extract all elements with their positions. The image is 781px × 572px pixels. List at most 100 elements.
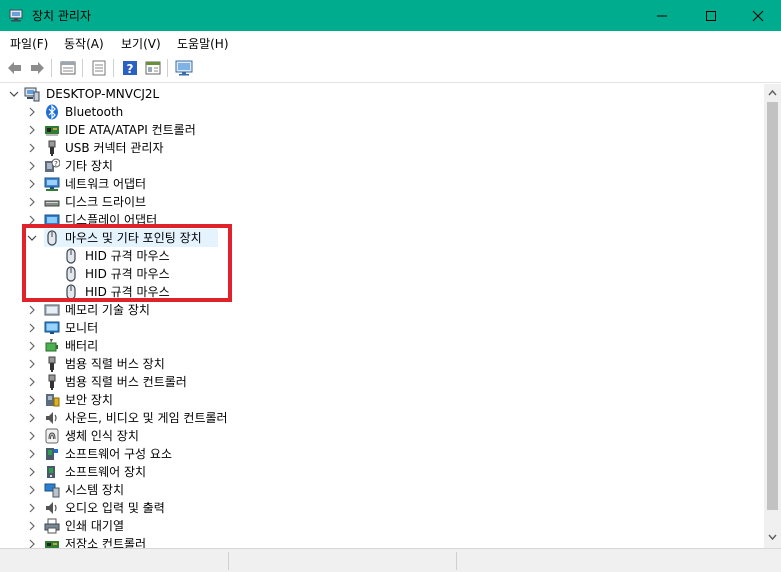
tree-item-label: 시스템 장치 [65,483,125,497]
chevron-down-icon[interactable] [26,232,38,244]
tree-item-bluetooth[interactable]: Bluetooth [0,103,764,121]
tree-item-software-component[interactable]: 소프트웨어 구성 요소 [0,445,764,463]
chevron-right-icon[interactable] [26,484,38,496]
menu-view[interactable]: 보기(V) [121,35,161,52]
chevron-right-icon[interactable] [26,322,38,334]
tree-item-label: 범용 직렬 버스 장치 [65,357,165,371]
chevron-right-icon[interactable] [26,358,38,370]
close-button[interactable] [735,0,781,31]
chevron-right-icon[interactable] [26,520,38,532]
tree-item-label: IDE ATA/ATAPI 컨트롤러 [65,123,196,137]
status-separator [456,552,457,570]
bluetooth-icon [46,104,58,120]
chevron-right-icon[interactable] [26,304,38,316]
chevron-right-icon[interactable] [26,160,38,172]
tree-item-storage-controller[interactable]: 저장소 컨트롤러 [0,535,764,548]
tree-item-network-adapter[interactable]: 네트워크 어댑터 [0,175,764,193]
minimize-button[interactable] [639,0,685,31]
device-tree[interactable]: DESKTOP-MNVCJ2L Bluetooth IDE ATA/ATAPI … [0,84,764,548]
tree-item-security-device[interactable]: 보안 장치 [0,391,764,409]
chevron-right-icon[interactable] [26,178,38,190]
tree-child-hid-mouse[interactable]: HID 규격 마우스 [0,283,764,301]
chevron-right-icon[interactable] [26,448,38,460]
software-component-icon [46,448,58,460]
scan-hardware-button[interactable] [174,58,194,78]
toolbar-separator [113,59,114,77]
tree-item-label: 네트워크 어댑터 [65,177,147,191]
chevron-right-icon[interactable] [26,214,38,226]
tree-item-label: USB 커넥터 관리자 [65,141,164,155]
scroll-up-icon[interactable] [767,88,778,98]
display-adapter-icon [44,214,60,227]
chevron-right-icon[interactable] [26,502,38,514]
back-button[interactable] [5,58,25,78]
title-bar[interactable]: 장치 관리자 [0,0,781,31]
maximize-button[interactable] [688,0,734,31]
chevron-right-icon[interactable] [26,124,38,136]
vertical-scrollbar[interactable] [764,84,781,548]
tree-item-system-device[interactable]: 시스템 장치 [0,481,764,499]
tree-item-memory-device[interactable]: 메모리 기술 장치 [0,301,764,319]
forward-button[interactable] [27,58,47,78]
scroll-down-icon[interactable] [767,532,778,542]
chevron-right-icon[interactable] [26,376,38,388]
tree-item-usb-controllers[interactable]: 범용 직렬 버스 컨트롤러 [0,373,764,391]
chevron-right-icon[interactable] [26,466,38,478]
computer-icon [24,87,40,102]
svg-text:?: ? [54,160,58,168]
tree-item-usb-connector[interactable]: USB 커넥터 관리자 [0,139,764,157]
tree-item-label: 오디오 입력 및 출력 [65,501,165,515]
chevron-right-icon[interactable] [26,196,38,208]
tree-item-battery[interactable]: 배터리 [0,337,764,355]
chevron-right-icon[interactable] [26,430,38,442]
ide-controller-icon [45,126,59,136]
tree-item-display-adapter[interactable]: 디스플레이 어댑터 [0,211,764,229]
tree-item-monitor[interactable]: 모니터 [0,319,764,337]
tree-root[interactable]: DESKTOP-MNVCJ2L [0,85,764,103]
tree-item-print-queue[interactable]: 인쇄 대기열 [0,517,764,535]
tree-item-sound[interactable]: 사운드, 비디오 및 게임 컨트롤러 [0,409,764,427]
tree-item-label: 소프트웨어 구성 요소 [65,447,172,461]
chevron-right-icon[interactable] [26,106,38,118]
chevron-right-icon[interactable] [26,538,38,548]
tree-child-hid-mouse[interactable]: HID 규격 마우스 [0,247,764,265]
view-button[interactable] [143,58,163,78]
chevron-right-icon[interactable] [26,412,38,424]
tree-item-mouse[interactable]: 마우스 및 기타 포인팅 장치 [0,229,764,247]
window-title: 장치 관리자 [32,9,92,23]
tree-item-ide[interactable]: IDE ATA/ATAPI 컨트롤러 [0,121,764,139]
chevron-right-icon[interactable] [26,394,38,406]
chevron-down-icon[interactable] [8,88,20,100]
status-bar [0,548,781,572]
tree-item-audio-io[interactable]: 오디오 입력 및 출력 [0,499,764,517]
tree-item-label: 소프트웨어 장치 [65,465,147,479]
menu-help[interactable]: 도움말(H) [177,35,229,52]
tree-item-biometric[interactable]: 생체 인식 장치 [0,427,764,445]
toolbar-separator [167,59,168,77]
disk-drive-icon [44,200,60,207]
status-separator [228,552,229,570]
menu-action[interactable]: 동작(A) [64,35,104,52]
audio-io-icon [46,502,57,514]
menu-file[interactable]: 파일(F) [10,35,48,52]
update-driver-button[interactable] [89,58,109,78]
tree-item-label: 배터리 [65,339,99,353]
tree-item-usb-devices[interactable]: 범용 직렬 버스 장치 [0,355,764,373]
help-icon: ? [123,61,137,76]
tree-item-disk-drive[interactable]: 디스크 드라이브 [0,193,764,211]
tree-item-label: 디스크 드라이브 [65,195,147,209]
tree-item-software-device[interactable]: 소프트웨어 장치 [0,463,764,481]
chevron-right-icon[interactable] [26,340,38,352]
tree-item-label: 메모리 기술 장치 [65,303,150,317]
properties-button[interactable] [58,58,78,78]
tree-item-other-devices[interactable]: ? 기타 장치 [0,157,764,175]
chevron-right-icon[interactable] [26,142,38,154]
scrollbar-thumb[interactable] [767,102,778,510]
tree-item-label: 저장소 컨트롤러 [65,537,147,548]
tree-item-label: Bluetooth [65,105,124,119]
memory-device-icon [44,304,60,316]
help-button[interactable]: ? [120,58,140,78]
tree-item-label: 디스플레이 어댑터 [65,213,158,227]
tree-child-hid-mouse[interactable]: HID 규격 마우스 [0,265,764,283]
unknown-device-icon: ? [45,158,60,172]
